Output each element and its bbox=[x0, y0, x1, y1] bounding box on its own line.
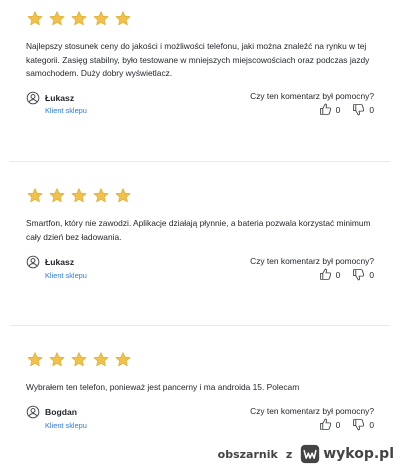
star-icon bbox=[70, 351, 88, 369]
review-text: Wybrałem ten telefon, ponieważ jest panc… bbox=[26, 382, 300, 392]
author-name: Bogdan bbox=[45, 407, 77, 417]
watermark-brand: wykop.pl bbox=[323, 446, 394, 462]
like-button[interactable]: 0 bbox=[319, 103, 341, 116]
watermark: obszarnik z wykop.pl bbox=[218, 444, 394, 464]
star-icon bbox=[92, 187, 110, 205]
thumbs-up-icon bbox=[319, 268, 332, 281]
vote-buttons: 0 0 bbox=[319, 268, 374, 281]
helpful-question: Czy ten komentarz był pomocny? bbox=[250, 406, 374, 416]
like-button[interactable]: 0 bbox=[319, 268, 341, 281]
star-icon bbox=[26, 187, 44, 205]
author: Łukasz bbox=[26, 91, 74, 105]
star-icon bbox=[48, 187, 66, 205]
review-text: Najlepszy stosunek ceny do jakości i moż… bbox=[26, 41, 370, 79]
star-icon bbox=[26, 351, 44, 369]
dislike-count: 0 bbox=[369, 104, 374, 115]
rating-stars bbox=[26, 187, 132, 205]
helpful-question: Czy ten komentarz był pomocny? bbox=[250, 91, 374, 101]
user-circle-icon bbox=[26, 405, 40, 419]
thumbs-down-icon bbox=[352, 103, 365, 116]
review-text: Smartfon, który nie zawodzi. Aplikacje d… bbox=[26, 218, 371, 242]
divider bbox=[10, 325, 390, 326]
dislike-button[interactable]: 0 bbox=[352, 103, 374, 116]
rating-stars bbox=[26, 10, 132, 28]
thumbs-up-icon bbox=[319, 418, 332, 431]
rating-stars bbox=[26, 351, 132, 369]
star-icon bbox=[114, 10, 132, 28]
like-count: 0 bbox=[335, 419, 341, 430]
thumbs-down-icon bbox=[352, 418, 365, 431]
user-circle-icon bbox=[26, 255, 40, 269]
watermark-separator: z bbox=[285, 447, 293, 461]
star-icon bbox=[70, 10, 88, 28]
thumbs-down-icon bbox=[352, 268, 365, 281]
author: Łukasz bbox=[26, 255, 74, 269]
author-role: Klient sklepu bbox=[45, 106, 87, 115]
dislike-button[interactable]: 0 bbox=[352, 268, 374, 281]
helpful-question: Czy ten komentarz był pomocny? bbox=[250, 256, 374, 266]
author-role: Klient sklepu bbox=[45, 421, 87, 430]
watermark-user: obszarnik bbox=[217, 447, 278, 461]
star-icon bbox=[26, 10, 44, 28]
author-role: Klient sklepu bbox=[45, 271, 87, 280]
user-circle-icon bbox=[26, 91, 40, 105]
dislike-count: 0 bbox=[369, 269, 374, 280]
thumbs-up-icon bbox=[319, 103, 332, 116]
author-name: Łukasz bbox=[45, 93, 75, 103]
vote-buttons: 0 0 bbox=[319, 418, 374, 431]
author: Bogdan bbox=[26, 405, 77, 419]
wykop-logo-icon bbox=[300, 444, 320, 464]
star-icon bbox=[92, 351, 110, 369]
like-button[interactable]: 0 bbox=[319, 418, 341, 431]
divider bbox=[10, 161, 390, 162]
star-icon bbox=[92, 10, 110, 28]
star-icon bbox=[114, 187, 132, 205]
like-count: 0 bbox=[335, 269, 341, 280]
star-icon bbox=[114, 351, 132, 369]
vote-buttons: 0 0 bbox=[319, 103, 374, 116]
author-name: Łukasz bbox=[45, 257, 75, 267]
star-icon bbox=[70, 187, 88, 205]
star-icon bbox=[48, 351, 66, 369]
dislike-count: 0 bbox=[369, 419, 374, 430]
dislike-button[interactable]: 0 bbox=[352, 418, 374, 431]
star-icon bbox=[48, 10, 66, 28]
like-count: 0 bbox=[335, 104, 341, 115]
